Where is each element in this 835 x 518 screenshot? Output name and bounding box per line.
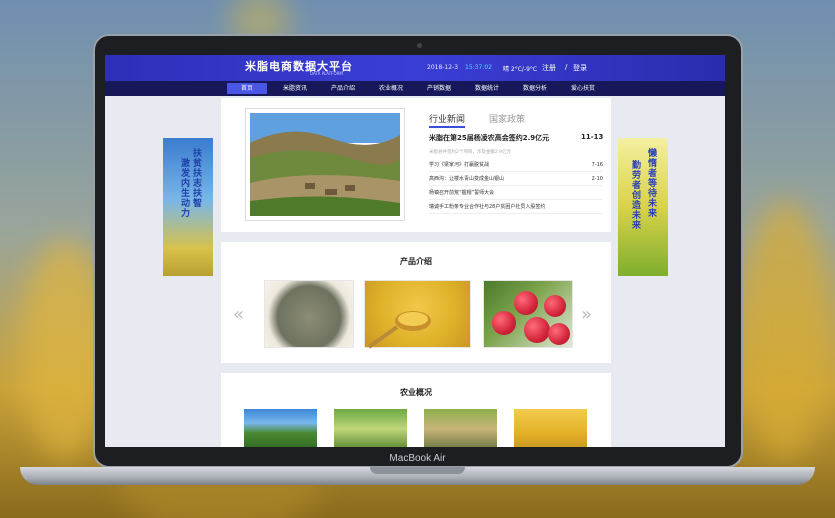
news-photo[interactable]: [245, 108, 405, 221]
laptop-screen: 米脂电商数据大平台 DATA PLATFORM 2018-12-3 15:37:…: [105, 55, 725, 447]
right-banner-line2: 勤劳者创造未来: [630, 160, 640, 230]
nav-item-products[interactable]: 产品介绍: [323, 83, 363, 94]
nav-item-statistics[interactable]: 数据统计: [467, 83, 507, 94]
chevron-left-icon[interactable]: «: [233, 304, 244, 325]
list-item[interactable]: 杨镇召开前荒“握帽”誓师大会: [429, 187, 603, 200]
agriculture-panel: 农业概况: [221, 373, 611, 447]
news-item-title: 高西沟：让楼水青山变成金山银山: [429, 176, 505, 182]
apple-icon: [544, 295, 566, 317]
camera-icon: [417, 43, 422, 48]
nav-item-agriculture[interactable]: 农业概况: [371, 83, 411, 94]
product-image-millet-pile[interactable]: [264, 280, 354, 348]
list-item[interactable]: 高西沟：让楼水青山变成金山银山 2-10: [429, 173, 603, 186]
agriculture-image-hills[interactable]: [244, 409, 317, 447]
right-banner-line1: 懒惰者等待未来: [646, 148, 656, 218]
site-header: 米脂电商数据大平台 DATA PLATFORM 2018-12-3 15:37:…: [105, 55, 725, 81]
product-image-millet-spoon[interactable]: [364, 280, 471, 349]
right-banner[interactable]: 懒惰者等待未来 勤劳者创造未来: [618, 138, 668, 276]
spoon-icon: [367, 311, 431, 349]
tab-national-policy[interactable]: 国家政策: [489, 112, 525, 125]
apple-icon: [524, 317, 550, 343]
login-link[interactable]: 登录: [573, 63, 587, 73]
news-panel: 行业新闻 国家政策 米脂在第25届杨凌农高会签约2.9亿元 11-13 米脂县共…: [221, 98, 611, 232]
news-item-title: 瑞诚手工粉条专业合作社与28户贫困户社员入股签约: [429, 204, 546, 210]
left-banner-line2-lead: 激: [179, 158, 189, 168]
laptop-brand: MacBook Air: [389, 453, 446, 464]
apple-icon: [492, 311, 516, 335]
products-panel: 产品介绍 « »: [221, 242, 611, 363]
nav-item-home[interactable]: 首页: [227, 83, 267, 94]
apple-icon: [548, 323, 570, 345]
nav-item-poverty-relief[interactable]: 爱心扶贫: [563, 83, 603, 94]
header-weather: 晴 2°C/-9°C: [503, 66, 538, 73]
nav-item-news[interactable]: 米脂资讯: [275, 83, 315, 94]
news-item-title: 杨镇召开前荒“握帽”誓师大会: [429, 190, 495, 196]
news-headline-date: 11-13: [581, 133, 604, 141]
register-link[interactable]: 注册: [542, 63, 556, 73]
news-headline-desc: 米脂县共签约2个项目，涉及金额2.9亿元: [429, 150, 512, 155]
left-banner-line2-rest: 发内生动力: [179, 168, 189, 218]
agriculture-image-corn[interactable]: [424, 409, 497, 447]
left-banner-line1: 扶贫扶志扶智: [191, 148, 201, 208]
laptop-notch: [370, 467, 465, 474]
news-item-title: 学习《梁家河》打赢脱贫战: [429, 162, 490, 168]
main-nav: 首页 米脂资讯 产品介绍 农业概况 产销数据 数据统计 数据分析 爱心扶贫: [105, 81, 725, 96]
header-date: 2018-12-3: [427, 64, 459, 71]
left-banner[interactable]: 扶贫扶志扶智 激发内生动力: [163, 138, 213, 276]
tab-industry-news[interactable]: 行业新闻: [429, 112, 466, 128]
products-title: 产品介绍: [400, 257, 432, 266]
agriculture-image-millet[interactable]: [514, 409, 587, 447]
background-blur: [740, 200, 830, 460]
news-headline[interactable]: 米脂在第25届杨凌农高会签约2.9亿元: [429, 133, 549, 143]
nav-item-sales-data[interactable]: 产销数据: [419, 83, 459, 94]
chevron-right-icon[interactable]: »: [581, 304, 592, 325]
left-banner-line2: 激发内生动力: [179, 158, 189, 218]
laptop-base: [20, 467, 815, 485]
header-separator: /: [565, 63, 568, 71]
header-time: 15:37:02: [465, 64, 492, 71]
nav-item-analysis[interactable]: 数据分析: [515, 83, 555, 94]
list-item[interactable]: 学习《梁家河》打赢脱贫战 7-16: [429, 159, 603, 172]
list-item[interactable]: 瑞诚手工粉条专业合作社与28户贫困户社员入股签约: [429, 201, 603, 214]
news-item-date: 7-16: [591, 162, 603, 168]
news-item-date: 2-10: [591, 176, 603, 182]
site-subtitle: DATA PLATFORM: [310, 71, 343, 76]
apple-icon: [514, 291, 538, 315]
landscape-photo-icon: [250, 113, 400, 216]
product-image-apples[interactable]: [483, 280, 573, 348]
agriculture-title: 农业概况: [400, 388, 432, 397]
agriculture-image-orchard[interactable]: [334, 409, 407, 447]
